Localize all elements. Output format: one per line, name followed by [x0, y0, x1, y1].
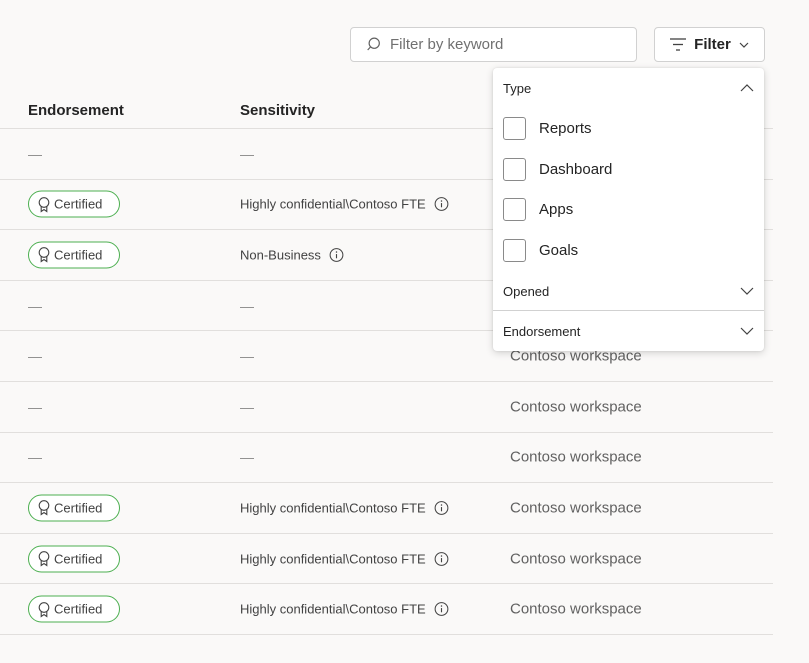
endorsement-cell: —: [28, 449, 42, 466]
column-header-endorsement[interactable]: Endorsement: [28, 102, 124, 119]
info-icon[interactable]: [434, 602, 449, 617]
filter-option-label: Goals: [539, 242, 579, 259]
badge-label: Certified: [54, 500, 103, 516]
filter-button[interactable]: Filter: [654, 27, 765, 62]
filter-panel: Type Reports Dashboard Apps Goals Opened…: [493, 68, 764, 351]
sensitivity-label: Highly confidential\Contoso FTE: [240, 601, 426, 617]
sensitivity-cell: —: [240, 145, 254, 162]
ribbon-award-icon: [38, 551, 50, 567]
checkbox[interactable]: [503, 198, 526, 221]
sensitivity-cell: Highly confidential\Contoso FTE: [240, 551, 449, 566]
certified-badge: Certified: [28, 545, 120, 573]
checkbox[interactable]: [503, 117, 526, 140]
location-cell: Contoso workspace: [510, 550, 642, 568]
certified-badge: Certified: [28, 241, 120, 269]
badge-label: Certified: [54, 551, 103, 567]
sensitivity-label: Highly confidential\Contoso FTE: [240, 196, 426, 212]
filter-option-label: Dashboard: [539, 161, 613, 178]
endorsement-cell: —: [28, 297, 42, 314]
table-row[interactable]: Certified Highly confidential\Contoso FTE…: [0, 534, 773, 585]
filter-section-label: Opened: [503, 283, 550, 299]
filter-section-label: Endorsement: [503, 323, 581, 339]
sensitivity-cell: Highly confidential\Contoso FTE: [240, 602, 449, 617]
sensitivity-label: Non-Business: [240, 247, 321, 263]
checkbox[interactable]: [503, 239, 526, 262]
sensitivity-cell: Highly confidential\Contoso FTE: [240, 500, 449, 515]
endorsement-cell: —: [28, 348, 42, 365]
filter-option-dashboard[interactable]: Dashboard: [503, 158, 612, 181]
chevron-up-icon: [740, 84, 754, 92]
filter-section-label: Type: [503, 80, 532, 96]
sensitivity-label: Highly confidential\Contoso FTE: [240, 551, 426, 567]
column-header-sensitivity[interactable]: Sensitivity: [240, 102, 315, 119]
endorsement-cell: —: [28, 398, 42, 415]
table-row[interactable]: Certified Highly confidential\Contoso FTE…: [0, 584, 773, 635]
location-cell: Contoso workspace: [510, 499, 642, 517]
sensitivity-cell: —: [240, 449, 254, 466]
endorsement-cell: Certified: [28, 190, 120, 218]
sensitivity-label: Highly confidential\Contoso FTE: [240, 500, 426, 516]
table-row[interactable]: — — Contoso workspace: [0, 382, 773, 433]
table-row[interactable]: — — Contoso workspace: [0, 433, 773, 484]
ribbon-award-icon: [38, 601, 50, 618]
info-icon[interactable]: [434, 551, 449, 566]
search-input[interactable]: [390, 36, 630, 53]
ribbon-award-icon: [38, 197, 50, 213]
chevron-down-icon: [740, 327, 754, 335]
search-box[interactable]: [350, 27, 637, 62]
filter-section-type[interactable]: Type: [493, 68, 764, 108]
sensitivity-cell: —: [240, 398, 254, 415]
filter-lines-icon: [670, 38, 687, 51]
sensitivity-cell: —: [240, 297, 254, 314]
badge-label: Certified: [54, 247, 103, 263]
filter-button-label: Filter: [694, 36, 731, 53]
filter-section-endorsement[interactable]: Endorsement: [493, 311, 764, 351]
location-cell: Contoso workspace: [510, 398, 642, 416]
badge-label: Certified: [54, 601, 103, 617]
sensitivity-cell: Non-Business: [240, 247, 344, 262]
ribbon-award-icon: [38, 247, 50, 263]
checkbox[interactable]: [503, 158, 526, 181]
filter-section-opened[interactable]: Opened: [493, 271, 764, 311]
chevron-down-icon: [739, 42, 749, 48]
search-icon: [367, 37, 380, 51]
sensitivity-cell: —: [240, 348, 254, 365]
filter-option-reports[interactable]: Reports: [503, 117, 592, 140]
filter-option-goals[interactable]: Goals: [503, 239, 578, 262]
chevron-down-icon: [740, 287, 754, 295]
endorsement-cell: —: [28, 145, 42, 162]
table-row[interactable]: Certified Highly confidential\Contoso FTE…: [0, 483, 773, 534]
certified-badge: Certified: [28, 595, 120, 623]
info-icon[interactable]: [434, 197, 449, 212]
location-cell: Contoso workspace: [510, 448, 642, 466]
info-icon[interactable]: [434, 500, 449, 515]
endorsement-cell: Certified: [28, 595, 120, 623]
endorsement-cell: Certified: [28, 545, 120, 573]
location-cell: Contoso workspace: [510, 600, 642, 618]
badge-label: Certified: [54, 196, 103, 212]
endorsement-cell: Certified: [28, 494, 120, 522]
filter-option-label: Apps: [539, 201, 574, 218]
filter-option-label: Reports: [539, 120, 592, 137]
info-icon[interactable]: [329, 247, 344, 262]
filter-option-apps[interactable]: Apps: [503, 198, 573, 221]
certified-badge: Certified: [28, 190, 120, 218]
ribbon-award-icon: [38, 500, 50, 516]
endorsement-cell: Certified: [28, 241, 120, 269]
certified-badge: Certified: [28, 494, 120, 522]
sensitivity-cell: Highly confidential\Contoso FTE: [240, 197, 449, 212]
